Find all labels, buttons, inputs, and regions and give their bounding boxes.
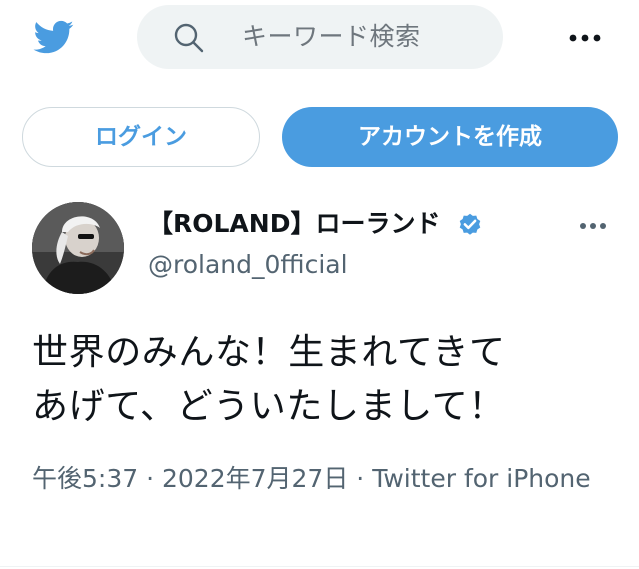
- search-input[interactable]: キーワード検索: [242, 22, 421, 52]
- search-icon: [174, 23, 204, 53]
- divider: [0, 566, 639, 567]
- tweet-text: 世界のみんな！生まれてきて あげて、どういたしまして！: [32, 326, 612, 434]
- tweet-more-icon[interactable]: [579, 222, 607, 230]
- tweet-metadata: 午後5:37 · 2022年7月27日 · Twitter for iPhone: [32, 460, 592, 498]
- tweet-time[interactable]: 午後5:37: [32, 464, 138, 493]
- separator: ·: [356, 464, 365, 493]
- separator: ·: [146, 464, 155, 493]
- create-account-button[interactable]: アカウントを作成: [282, 107, 618, 167]
- twitter-bird-icon[interactable]: [30, 17, 78, 57]
- tweet-text-line: 世界のみんな！生まれてきて: [32, 332, 506, 373]
- avatar-photo: [32, 202, 124, 294]
- verified-badge-icon: [459, 213, 481, 235]
- tweet-text-line: あげて、どういたしまして！: [32, 386, 505, 427]
- user-handle[interactable]: @roland_0fficial: [148, 249, 348, 281]
- tweet-page: キーワード検索 ログイン アカウントを作成 【ROLAND】ローランド @rol…: [0, 0, 639, 569]
- avatar[interactable]: [32, 202, 124, 294]
- tweet-source: Twitter for iPhone: [372, 464, 591, 493]
- more-horizontal-icon[interactable]: [569, 33, 601, 43]
- login-button[interactable]: ログイン: [22, 107, 260, 167]
- display-name[interactable]: 【ROLAND】ローランド: [148, 208, 440, 240]
- search-bar[interactable]: キーワード検索: [137, 5, 503, 69]
- tweet-date[interactable]: 2022年7月27日: [162, 464, 348, 493]
- top-bar: キーワード検索: [0, 0, 639, 80]
